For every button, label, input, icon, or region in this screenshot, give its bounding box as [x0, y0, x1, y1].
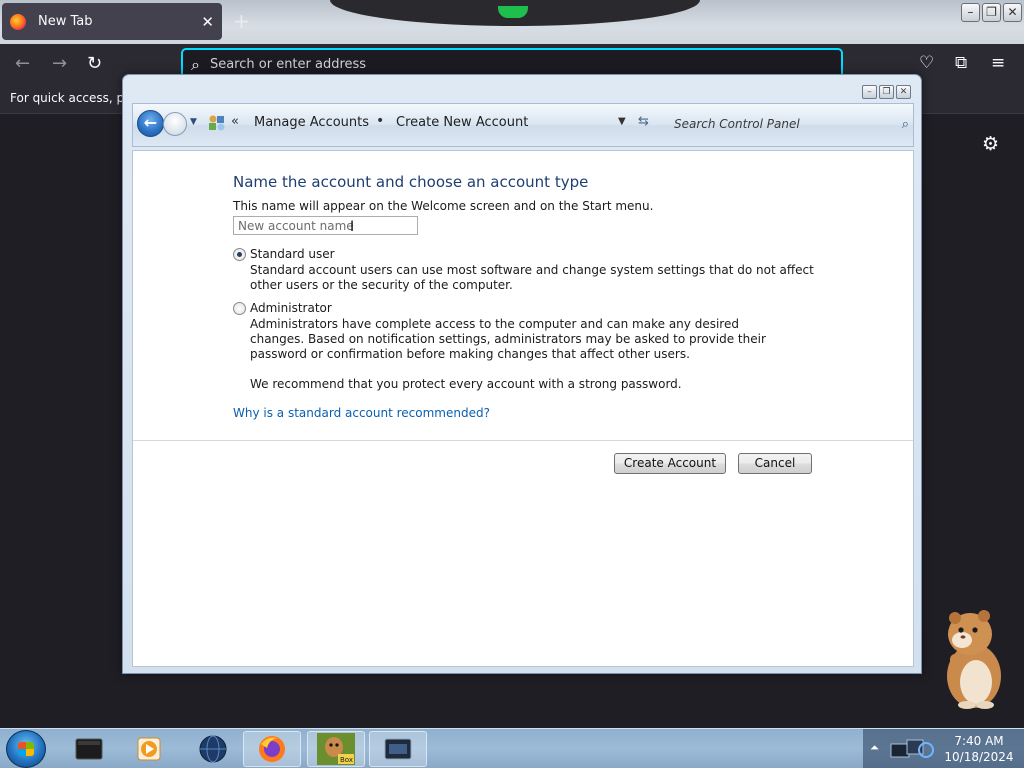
new-tab-button[interactable]: +: [233, 9, 250, 33]
clock[interactable]: 7:40 AM 10/18/2024: [941, 733, 1017, 765]
show-hidden-icons-icon[interactable]: ⏶: [870, 741, 879, 755]
close-window-button[interactable]: ✕: [896, 85, 911, 99]
network-icon[interactable]: [889, 738, 935, 760]
search-icon: ⌕: [191, 54, 200, 74]
firefox-icon: [259, 736, 285, 762]
search-box[interactable]: ⌕: [669, 112, 909, 136]
theme-decoration: [330, 0, 700, 26]
breadcrumb-separator: •: [376, 113, 385, 129]
close-tab-icon[interactable]: ✕: [201, 13, 214, 31]
address-dropdown-icon[interactable]: ▼: [618, 116, 626, 127]
taskbar-item-box-game[interactable]: Box: [307, 731, 365, 767]
browser-window-controls: – ❐ ✕: [961, 3, 1022, 22]
administrator-description: Administrators have complete access to t…: [250, 317, 766, 361]
extensions-icon[interactable]: ⧉: [955, 53, 967, 73]
back-button[interactable]: ←: [137, 110, 164, 137]
radio-standard-user[interactable]: Standard user: [233, 247, 335, 261]
maximize-button[interactable]: ❐: [879, 85, 894, 99]
radio-administrator[interactable]: Administrator: [233, 301, 332, 315]
breadcrumb-manage-accounts[interactable]: Manage Accounts: [254, 115, 369, 130]
menu-icon[interactable]: ≡: [991, 53, 1005, 73]
control-panel-window: – ❐ ✕ ← ▼ « Manage Accounts • Create New…: [122, 74, 922, 674]
globe-icon: [199, 735, 227, 763]
taskbar: Box ⏶ 7:40 AM 10/18/2024: [0, 728, 1024, 768]
standard-account-help-link[interactable]: Why is a standard account recommended?: [233, 406, 490, 420]
minimize-button[interactable]: –: [961, 3, 980, 22]
radio-button-unchecked[interactable]: [233, 301, 246, 315]
taskbar-item-terminal[interactable]: [60, 731, 118, 767]
recent-pages-dropdown-icon[interactable]: ▼: [190, 117, 197, 127]
minimize-button[interactable]: –: [862, 85, 877, 99]
browser-tab-strip: New Tab ✕ + – ❐ ✕: [0, 0, 1024, 44]
window-icon: [384, 738, 412, 760]
text-cursor-icon: I: [350, 219, 355, 235]
search-icon[interactable]: ⌕: [902, 117, 909, 132]
restore-button[interactable]: ❐: [982, 3, 1001, 22]
password-recommendation: We recommend that you protect every acco…: [250, 377, 682, 391]
box-game-icon: Box: [317, 733, 355, 765]
page-title: Name the account and choose an account t…: [233, 173, 589, 191]
forward-button[interactable]: [163, 112, 187, 136]
start-button[interactable]: [6, 730, 46, 768]
hamster-mascot-icon: [947, 610, 1001, 709]
create-account-button[interactable]: Create Account: [614, 453, 726, 474]
account-name-input[interactable]: [233, 216, 418, 235]
forward-arrow-icon[interactable]: →: [52, 53, 67, 74]
tab-title: New Tab: [38, 14, 93, 29]
system-tray: ⏶ 7:40 AM 10/18/2024: [863, 729, 1024, 768]
divider: [133, 440, 913, 441]
back-arrow-icon[interactable]: ←: [15, 53, 30, 74]
media-player-icon: [137, 737, 161, 761]
box-label: Box: [340, 756, 353, 764]
cancel-button[interactable]: Cancel: [738, 453, 812, 474]
window-controls: – ❐ ✕: [862, 85, 911, 99]
clock-time: 7:40 AM: [954, 734, 1004, 748]
gear-icon[interactable]: ⚙: [982, 133, 999, 155]
content-pane: Name the account and choose an account t…: [132, 150, 914, 667]
tab-new-tab[interactable]: New Tab ✕: [2, 3, 222, 40]
standard-user-description: Standard account users can use most soft…: [250, 263, 814, 292]
search-control-panel-input[interactable]: [669, 117, 879, 131]
reload-icon[interactable]: ↻: [87, 53, 102, 74]
taskbar-item-media-player[interactable]: [120, 731, 178, 767]
name-description: This name will appear on the Welcome scr…: [233, 199, 654, 213]
clock-date: 10/18/2024: [944, 750, 1014, 764]
firefox-icon: [10, 13, 26, 30]
pocket-icon[interactable]: ♡: [919, 53, 934, 73]
standard-user-label[interactable]: Standard user: [250, 247, 335, 261]
taskbar-item-globe[interactable]: [184, 731, 242, 767]
address-input[interactable]: [209, 57, 810, 72]
taskbar-item-control-panel[interactable]: [369, 731, 427, 767]
breadcrumb-overflow-icon[interactable]: «: [231, 114, 239, 129]
navigation-bar: ← ▼ « Manage Accounts • Create New Accou…: [132, 103, 914, 147]
administrator-label[interactable]: Administrator: [250, 301, 332, 315]
radio-button-checked[interactable]: [233, 247, 246, 261]
terminal-icon: [75, 738, 103, 760]
control-panel-icon: [209, 115, 225, 131]
taskbar-item-firefox[interactable]: [243, 731, 301, 767]
breadcrumb-create-new-account[interactable]: Create New Account: [396, 115, 528, 130]
refresh-icon[interactable]: ⇆: [638, 114, 649, 129]
close-window-button[interactable]: ✕: [1003, 3, 1022, 22]
